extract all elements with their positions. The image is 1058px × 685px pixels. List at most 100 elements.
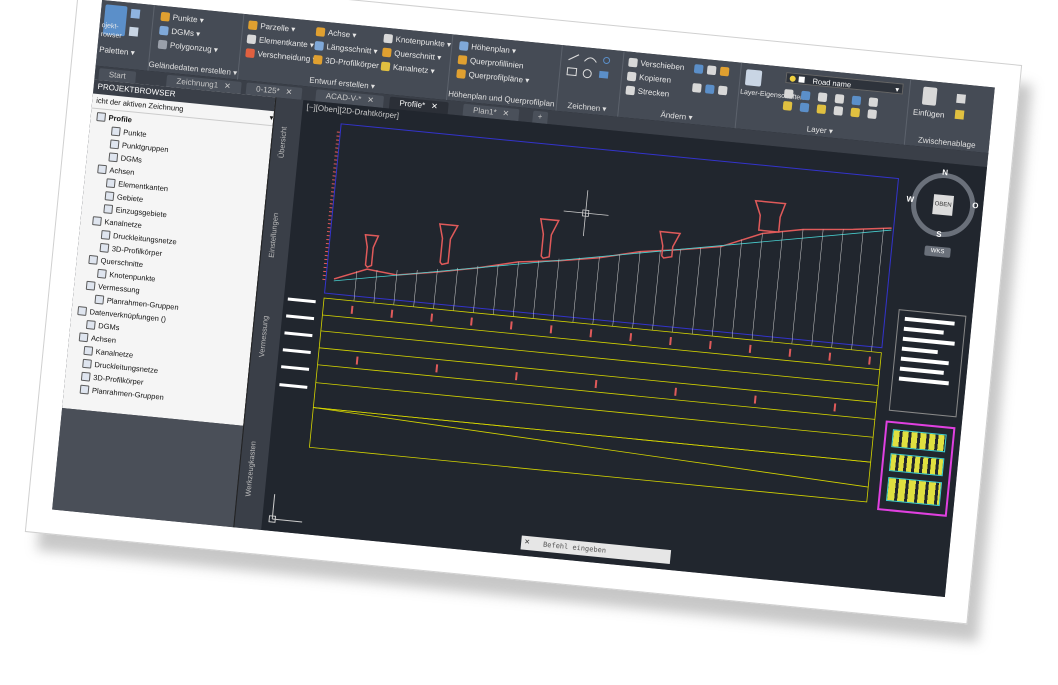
- match-props-icon[interactable]: [954, 109, 965, 120]
- sample-lines-icon: [457, 54, 468, 65]
- modify-tools[interactable]: [691, 64, 734, 102]
- ribbon-group-profile-views: Höhenplan ▾ Querprofillinien Querprofilp…: [445, 34, 563, 111]
- draw-tools-icons: [566, 54, 611, 79]
- compass-north[interactable]: N: [942, 168, 949, 178]
- tree-item[interactable]: Einzugsgebiete: [103, 204, 167, 219]
- draw-tools[interactable]: [564, 52, 617, 91]
- points-icon: [160, 11, 171, 22]
- tree-item[interactable]: Querschnitte: [88, 254, 143, 269]
- manhole-structures: [364, 199, 787, 269]
- pipe-network-icon: [92, 216, 102, 226]
- move-icon: [628, 57, 638, 68]
- close-icon[interactable]: ✕: [285, 86, 293, 99]
- close-icon[interactable]: ✕: [430, 101, 439, 114]
- layer-color-icon: [798, 76, 805, 83]
- section-views-button[interactable]: Querprofilpläne ▾: [456, 68, 530, 85]
- paste-button[interactable]: Einfügen: [913, 108, 945, 120]
- title-block: [877, 420, 956, 517]
- surface-icon: [158, 25, 169, 36]
- corridor-button[interactable]: 3D-Profilkörper: [312, 54, 379, 70]
- folder-icon: [96, 112, 107, 122]
- intersections-button[interactable]: Knotenpunkte ▾: [383, 33, 451, 49]
- compass-south[interactable]: S: [936, 229, 942, 238]
- grading-icon: [245, 48, 256, 59]
- ucs-icon: [268, 494, 303, 523]
- traverse-button[interactable]: Polygonzug ▾: [157, 39, 218, 54]
- pressure-network-icon: [100, 230, 111, 240]
- profile-line: [333, 227, 892, 280]
- wcs-menu[interactable]: WKS: [924, 245, 951, 258]
- corridor-icon: [312, 54, 323, 65]
- data-band-grid: [308, 297, 882, 503]
- points-button[interactable]: Punkte ▾: [160, 11, 204, 25]
- viewcube[interactable]: OBEN N S W O: [906, 168, 979, 240]
- move-button[interactable]: Verschieben: [628, 57, 685, 72]
- grading-button[interactable]: Verschneidung ▾: [245, 48, 317, 64]
- tree-item[interactable]: Gebiete: [104, 191, 144, 204]
- alignment-button[interactable]: Achse ▾: [315, 27, 357, 40]
- vtab-settings[interactable]: Einstellungen: [267, 212, 280, 258]
- tree-item[interactable]: 3D-Profilkörper: [99, 242, 163, 258]
- viewcube-top-face[interactable]: OBEN: [932, 194, 955, 216]
- close-icon[interactable]: ✕: [223, 80, 232, 93]
- tree-item[interactable]: DGMs: [108, 152, 142, 165]
- tree-item[interactable]: 3D-Profilkörper: [80, 371, 144, 387]
- tree-item[interactable]: Kanalnetze: [83, 345, 134, 360]
- tree-item[interactable]: Kanalnetze: [92, 216, 142, 230]
- assembly-button[interactable]: Querschnitt ▾: [381, 47, 442, 62]
- traverse-icon: [157, 39, 168, 50]
- view-frame-icon: [79, 384, 90, 395]
- pipe-network-button[interactable]: Kanalnetz ▾: [380, 61, 435, 76]
- profile-view-button[interactable]: Höhenplan ▾: [458, 41, 516, 56]
- crosshair-cursor: [563, 190, 609, 237]
- paste-icon[interactable]: [921, 86, 938, 106]
- data-shortcuts-icon: [77, 306, 88, 316]
- view-frame-icon: [94, 294, 105, 305]
- compass-west[interactable]: W: [906, 194, 914, 204]
- vtab-toolbox[interactable]: Werkzeugkasten: [243, 441, 257, 497]
- tree-item[interactable]: Achsen: [78, 332, 116, 345]
- close-icon[interactable]: ✕: [523, 536, 531, 551]
- close-icon[interactable]: ✕: [367, 94, 375, 107]
- stretch-button[interactable]: Strecken: [625, 85, 670, 99]
- parcel-button[interactable]: Parzelle ▾: [247, 20, 296, 34]
- design-grade-line: [333, 229, 892, 282]
- sample-lines-button[interactable]: Querprofillinien: [457, 54, 524, 70]
- tree-item[interactable]: Knotenpunkte: [96, 268, 156, 283]
- band-text-markers: [350, 305, 871, 412]
- tree-item[interactable]: DGMs: [85, 319, 120, 332]
- palettes-dropdown[interactable]: Paletten ▾: [99, 45, 135, 57]
- panel-empty-area: [52, 408, 244, 528]
- profile-button[interactable]: Längsschnitt ▾: [314, 40, 378, 56]
- vtab-survey[interactable]: Vermessung: [257, 315, 270, 357]
- tree-item[interactable]: Punktgruppen: [109, 139, 169, 154]
- pipe-network-icon: [83, 345, 94, 356]
- chevron-down-icon: ▾: [894, 84, 900, 95]
- tree-item[interactable]: Planrahmen-Gruppen: [79, 384, 164, 402]
- surface-icon: [85, 319, 96, 330]
- pipe-icon: [380, 61, 391, 72]
- vtab-overview[interactable]: Übersicht: [277, 126, 289, 158]
- tree-item[interactable]: Achsen: [97, 164, 135, 177]
- surfaces-button[interactable]: DGMs ▾: [158, 25, 201, 39]
- tree-item[interactable]: Profile: [96, 112, 132, 124]
- close-icon[interactable]: ✕: [502, 108, 510, 121]
- copy-clip-icon[interactable]: [956, 93, 966, 104]
- tree-item[interactable]: Vermessung: [85, 280, 140, 295]
- civil3d-window: ojekt- rowser Paletten ▾ Punkte ▾ DGMs ▾…: [52, 0, 995, 598]
- layer-tools[interactable]: [782, 88, 902, 120]
- layer-properties-icon[interactable]: [744, 69, 763, 87]
- compass-east[interactable]: O: [972, 201, 979, 211]
- ribbon-group-palettes: ojekt- rowser Paletten ▾: [95, 0, 155, 71]
- tree-item[interactable]: Punkte: [110, 126, 147, 139]
- toolspace-icon[interactable]: [130, 8, 141, 19]
- tree-item[interactable]: Elementkanten: [105, 178, 168, 193]
- elevation-axis-labels: [322, 131, 340, 284]
- feature-line-button[interactable]: Elementkante ▾: [246, 34, 314, 50]
- screenshot-card: ojekt- rowser Paletten ▾ Punkte ▾ DGMs ▾…: [24, 0, 1023, 625]
- feature-line-icon: [246, 34, 257, 45]
- properties-icon[interactable]: [128, 26, 139, 37]
- corridor-icon: [99, 242, 110, 253]
- copy-button[interactable]: Kopieren: [626, 71, 671, 85]
- parcel-icon: [247, 20, 258, 31]
